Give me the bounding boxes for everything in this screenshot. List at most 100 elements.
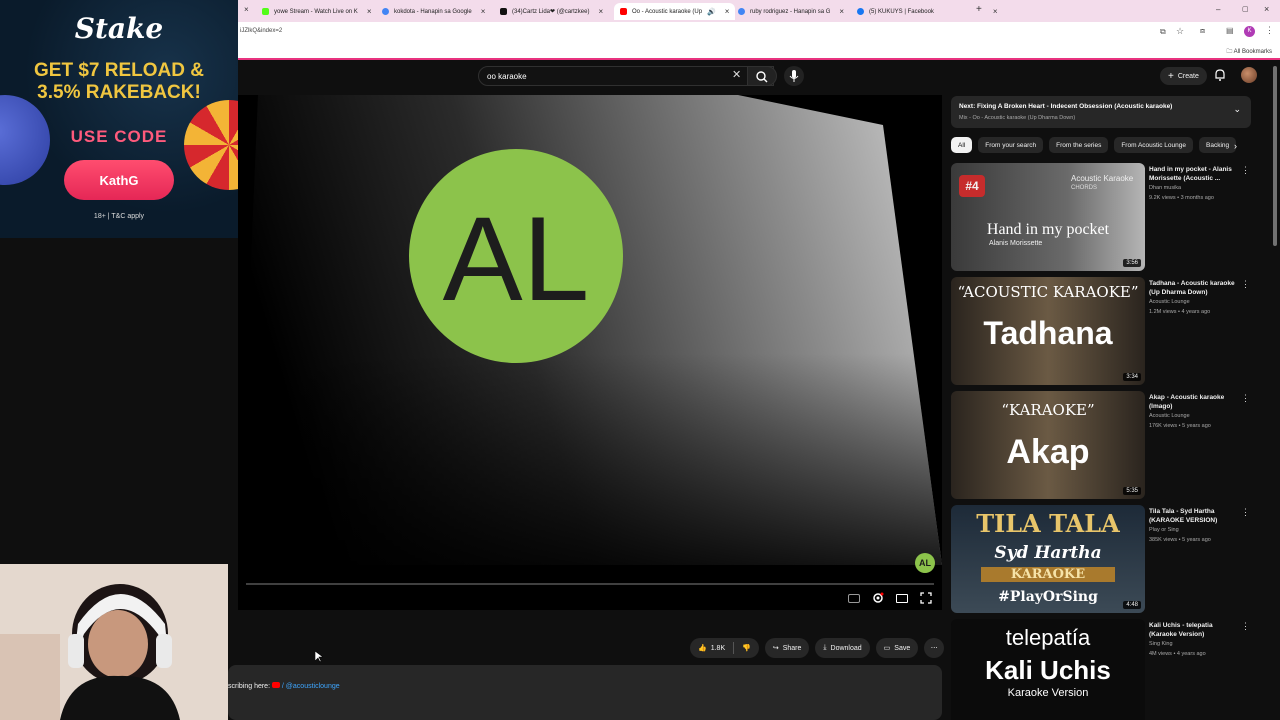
video-thumbnail[interactable]: telepatía Kali Uchis Karaoke Version xyxy=(951,619,1145,720)
more-actions-button[interactable]: ⋯ xyxy=(924,638,945,658)
video-title[interactable]: Kali Uchis - telepatia (Karaoke Version) xyxy=(1149,622,1241,639)
thumbs-down-icon[interactable]: 👎 xyxy=(742,644,751,652)
chevron-right-icon[interactable]: › xyxy=(1234,141,1237,151)
channel-link[interactable]: / @acousticlounge xyxy=(282,683,340,690)
chip-all[interactable]: All xyxy=(951,137,973,153)
notifications-icon[interactable] xyxy=(1213,68,1227,82)
close-icon[interactable]: × xyxy=(367,7,372,16)
chip-from-search[interactable]: From your search xyxy=(978,137,1044,153)
voice-search-button[interactable] xyxy=(784,66,804,86)
channel-name[interactable]: Sing King xyxy=(1149,641,1173,647)
save-button[interactable]: ▭ Save xyxy=(875,638,919,658)
video-actions: 👍 1.8K 👎 ↪ Share ⤓ Download ▭ Save ⋯ xyxy=(690,638,945,658)
chip-backing[interactable]: Backing xyxy=(1199,137,1237,153)
fullscreen-icon[interactable] xyxy=(920,592,932,604)
bookmark-star-icon[interactable]: ☆ xyxy=(1176,26,1184,37)
video-thumbnail[interactable]: #4 Acoustic Karaoke CHORDS Hand in my po… xyxy=(951,163,1145,271)
video-title[interactable]: Akap - Acoustic karaoke (Imago) xyxy=(1149,394,1241,411)
close-icon[interactable]: × xyxy=(839,7,844,16)
share-icon: ↪ xyxy=(772,645,779,652)
more-vert-icon[interactable]: ⋮ xyxy=(1241,507,1250,518)
description-box[interactable]: scribing here: / @acousticlounge xyxy=(228,665,942,720)
download-button[interactable]: ⤓ Download xyxy=(815,638,870,658)
more-vert-icon[interactable]: ⋮ xyxy=(1241,393,1250,404)
tab-youtube-active[interactable]: Oo - Acoustic karaoke (Up 🔊 × xyxy=(614,3,736,20)
filter-chips: All From your search From the series Fro… xyxy=(951,137,1241,153)
close-icon[interactable]: × xyxy=(725,7,730,16)
thumb-text: Syd Hartha xyxy=(994,543,1102,563)
menu-dots-icon[interactable]: ⋮ xyxy=(1265,25,1274,36)
close-icon[interactable]: × xyxy=(481,7,486,16)
more-vert-icon[interactable]: ⋮ xyxy=(1241,165,1250,176)
minimize-icon[interactable]: – xyxy=(1216,5,1220,14)
related-video[interactable]: TILA TALA Syd Hartha KARAOKE #PlayOrSing… xyxy=(951,505,1261,613)
video-thumbnail[interactable]: TILA TALA Syd Hartha KARAOKE #PlayOrSing… xyxy=(951,505,1145,613)
webcam-overlay xyxy=(0,564,228,720)
speaker-icon[interactable]: 🔊 xyxy=(707,8,716,16)
maximize-icon[interactable]: ▢ xyxy=(1242,5,1249,13)
more-vert-icon[interactable]: ⋮ xyxy=(1241,279,1250,290)
window-close-icon[interactable]: × xyxy=(1264,4,1269,14)
search-button[interactable] xyxy=(747,66,777,86)
clear-search-icon[interactable]: ✕ xyxy=(732,68,741,81)
url-field[interactable]: iJZlkQ&index=2 xyxy=(240,28,282,34)
chevron-down-icon[interactable]: ⌄ xyxy=(1233,104,1241,115)
close-icon[interactable]: × xyxy=(598,7,603,16)
profile-icon[interactable]: K xyxy=(1244,26,1255,37)
chip-from-acoustic-lounge[interactable]: From Acoustic Lounge xyxy=(1114,137,1194,153)
video-title[interactable]: Tadhana - Acoustic karaoke (Up Dharma Do… xyxy=(1149,280,1241,297)
thumb-text: Karaoke Version xyxy=(1007,687,1089,699)
channel-watermark[interactable]: AL xyxy=(915,553,935,573)
chip-from-series[interactable]: From the series xyxy=(1049,137,1109,153)
avatar[interactable] xyxy=(1241,67,1257,83)
share-button[interactable]: ↪ Share xyxy=(764,638,810,658)
related-video[interactable]: “KARAOKE” Akap 5:35 Akap - Acoustic kara… xyxy=(951,391,1261,499)
close-icon[interactable]: × xyxy=(244,5,249,14)
search-input[interactable]: oo karaoke xyxy=(478,66,774,86)
video-title[interactable]: Tila Tala - Syd Hartha (KARAOKE VERSION) xyxy=(1149,508,1241,525)
progress-bar[interactable] xyxy=(246,583,934,585)
video-thumbnail[interactable]: “ACOUSTIC KARAOKE” Tadhana 3:34 xyxy=(951,277,1145,385)
channel-name[interactable]: Acoustic Lounge xyxy=(1149,299,1190,305)
like-dislike-button[interactable]: 👍 1.8K 👎 xyxy=(690,638,759,658)
video-title[interactable]: Hand in my pocket - Alanis Morissette (A… xyxy=(1149,166,1241,183)
thumb-text: Alanis Morissette xyxy=(989,240,1043,247)
video-meta: 9.2K views • 3 months ago xyxy=(1149,195,1214,201)
like-count: 1.8K xyxy=(710,644,726,652)
video-player[interactable]: AL AL xyxy=(238,95,942,610)
tiktok-icon xyxy=(500,8,507,15)
subtitles-icon[interactable] xyxy=(848,594,860,603)
more-dots-icon: ⋯ xyxy=(930,645,938,652)
channel-name[interactable]: Play or Sing xyxy=(1149,527,1179,533)
kick-icon xyxy=(262,8,269,15)
search-query: oo karaoke xyxy=(487,72,527,81)
all-bookmarks-button[interactable]: 🗀 All Bookmarks xyxy=(1226,47,1272,57)
thumb-text: #PlayOrSing xyxy=(998,589,1098,605)
thumb-rank: #4 xyxy=(959,175,985,197)
video-meta: 385K views • 5 years ago xyxy=(1149,537,1211,543)
page-scrollbar[interactable] xyxy=(1273,66,1277,246)
close-icon[interactable]: × xyxy=(993,7,998,16)
cast-icon[interactable]: ⧉ xyxy=(1160,27,1166,37)
new-tab-icon[interactable]: + xyxy=(976,4,982,15)
extensions-icon[interactable]: ⧈ xyxy=(1200,26,1205,36)
related-video[interactable]: telepatía Kali Uchis Karaoke Version Kal… xyxy=(951,619,1261,720)
address-bar: iJZlkQ&index=2 ⧉ ☆ ⧈ ▤ K ⋮ xyxy=(238,22,1280,42)
tab-google-kokdota[interactable]: kokdota - Hanapin sa Google × xyxy=(376,3,491,20)
tab-kick-stream[interactable]: yowe Stream - Watch Live on K × xyxy=(256,3,377,20)
tab-tiktok[interactable]: (34)Cartz Lida❤ (@cartzkee) × xyxy=(494,3,609,20)
tab-google-ruby[interactable]: ruby rodriguez - Hanapin sa G × xyxy=(732,3,850,20)
thumb-text: “KARAOKE” xyxy=(1001,401,1095,419)
video-thumbnail[interactable]: “KARAOKE” Akap 5:35 xyxy=(951,391,1145,499)
theater-mode-icon[interactable] xyxy=(896,594,908,603)
create-button[interactable]: + Create xyxy=(1160,67,1207,85)
up-next-banner[interactable]: Next: Fixing A Broken Heart - Indecent O… xyxy=(951,96,1251,128)
promo-code-button: KathG xyxy=(64,160,174,200)
settings-gear-icon[interactable] xyxy=(872,592,884,604)
related-video[interactable]: #4 Acoustic Karaoke CHORDS Hand in my po… xyxy=(951,163,1261,271)
channel-name[interactable]: Dhan musika xyxy=(1149,185,1181,191)
channel-name[interactable]: Acoustic Lounge xyxy=(1149,413,1190,419)
sidebar-icon[interactable]: ▤ xyxy=(1226,26,1234,35)
more-vert-icon[interactable]: ⋮ xyxy=(1241,621,1250,632)
related-video[interactable]: “ACOUSTIC KARAOKE” Tadhana 3:34 Tadhana … xyxy=(951,277,1261,385)
